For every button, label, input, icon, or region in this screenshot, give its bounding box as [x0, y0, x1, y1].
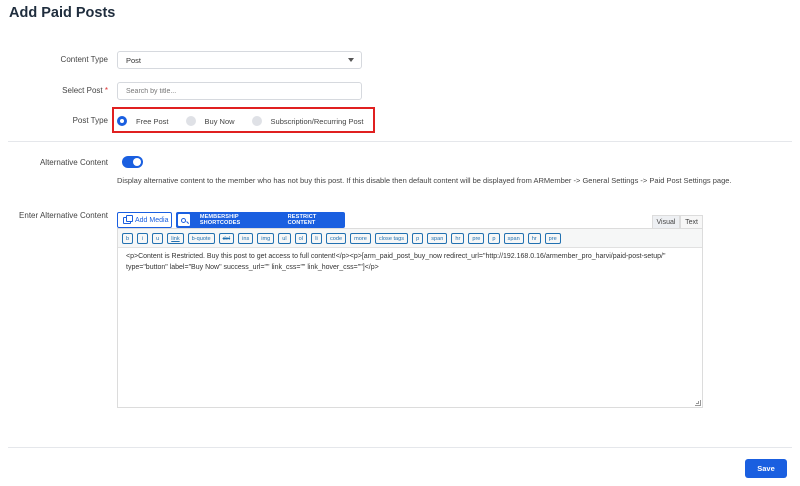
qt-pre-button[interactable]: pre — [544, 233, 561, 244]
shortcode-toolbar: MEMBERSHIP SHORTCODES RESTRICT CONTENT — [176, 212, 345, 228]
alternative-content-editor[interactable]: b i u link b-quote del ins img ul ol li … — [117, 228, 703, 408]
qt-bold-button[interactable]: b — [122, 233, 134, 244]
radio-selected-icon[interactable] — [117, 116, 127, 126]
qt-p-button[interactable]: p — [488, 233, 500, 244]
section-divider — [8, 141, 792, 142]
post-type-subscription[interactable]: Subscription/Recurring Post — [251, 116, 364, 126]
quicktags-toolbar: b i u link b-quote del ins img ul ol li … — [118, 229, 702, 248]
save-button[interactable]: Save — [745, 459, 787, 478]
content-type-label: Content Type — [60, 55, 108, 64]
radio-label: Buy Now — [204, 116, 235, 126]
post-type-buy-now[interactable]: Buy Now — [185, 116, 235, 126]
qt-italic-button[interactable]: i — [137, 233, 149, 244]
qt-more-button[interactable]: more — [350, 233, 371, 244]
qt-li-button[interactable]: li — [311, 233, 322, 244]
qt-pre-button[interactable]: pre — [468, 233, 485, 244]
alternative-content-label: Alternative Content — [39, 158, 108, 167]
alternative-content-help: Display alternative content to the membe… — [117, 176, 732, 185]
toggle-knob — [133, 158, 141, 166]
qt-hr-button[interactable]: hr — [527, 233, 541, 244]
select-post-label: Select Post * — [20, 86, 108, 95]
select-post-search-input[interactable] — [117, 82, 362, 100]
membership-shortcodes-button[interactable]: MEMBERSHIP SHORTCODES — [200, 214, 280, 226]
editor-textarea[interactable]: <p>Content is Restricted. Buy this post … — [126, 251, 698, 273]
content-type-value: Post — [126, 56, 142, 65]
tab-visual[interactable]: Visual — [652, 215, 680, 228]
tab-text[interactable]: Text — [680, 215, 703, 228]
qt-ol-button[interactable]: ol — [294, 233, 307, 244]
radio-label: Subscription/Recurring Post — [270, 116, 364, 126]
required-mark: * — [104, 86, 108, 95]
qt-ins-button[interactable]: ins — [238, 233, 254, 244]
qt-close-tags-button[interactable]: close tags — [374, 233, 409, 244]
qt-span-button[interactable]: span — [503, 233, 524, 244]
qt-span-button[interactable]: span — [427, 233, 448, 244]
search-icon[interactable] — [178, 214, 190, 226]
qt-del-button[interactable]: del — [218, 233, 235, 244]
restrict-content-button[interactable]: RESTRICT CONTENT — [288, 214, 345, 226]
qt-img-button[interactable]: img — [257, 233, 275, 244]
radio-unselected-icon[interactable] — [185, 116, 196, 126]
resize-handle-icon[interactable] — [695, 400, 701, 406]
qt-p-button[interactable]: p — [412, 233, 424, 244]
footer-divider — [8, 447, 792, 448]
enter-alternative-content-label: Enter Alternative Content — [19, 211, 108, 220]
qt-ul-button[interactable]: ul — [278, 233, 291, 244]
media-icon — [123, 214, 133, 224]
quicktags-row: b i u link b-quote del ins img ul ol li … — [122, 233, 565, 244]
radio-label: Free Post — [136, 116, 169, 126]
alternative-content-toggle[interactable] — [122, 156, 143, 168]
add-media-button[interactable]: Add Media — [117, 212, 172, 228]
select-post-label-text: Select Post — [62, 86, 103, 95]
post-type-free-post[interactable]: Free Post — [117, 116, 169, 126]
page-title: Add Paid Posts — [9, 5, 116, 21]
qt-blockquote-button[interactable]: b-quote — [187, 233, 215, 244]
qt-hr-button[interactable]: hr — [451, 233, 465, 244]
content-type-select[interactable]: Post — [117, 51, 362, 69]
qt-code-button[interactable]: code — [326, 233, 347, 244]
chevron-down-icon — [348, 58, 354, 62]
add-media-label: Add Media — [135, 216, 169, 224]
radio-unselected-icon[interactable] — [251, 116, 262, 126]
qt-link-button[interactable]: link — [167, 233, 184, 244]
post-type-label: Post Type — [72, 116, 108, 125]
qt-underline-button[interactable]: u — [152, 233, 164, 244]
post-type-radio-group: Free Post Buy Now Subscription/Recurring… — [117, 115, 381, 127]
